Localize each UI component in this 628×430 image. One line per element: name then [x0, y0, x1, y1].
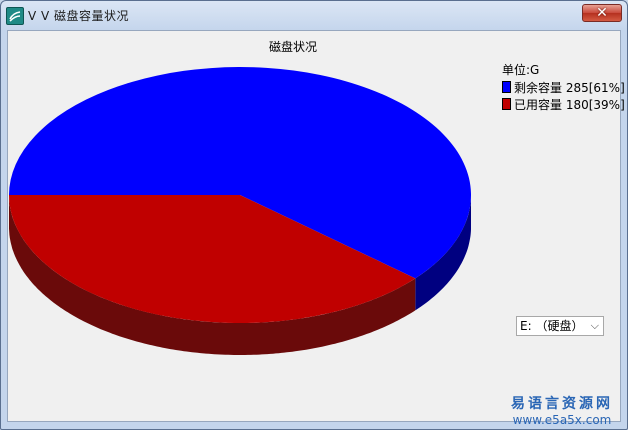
chart-title: 磁盘状况: [269, 39, 317, 54]
watermark-cn: 易语言资源网: [511, 396, 613, 412]
legend-label-free: 剩余容量 285[61%]: [514, 81, 625, 95]
close-button[interactable]: ✕: [582, 4, 622, 22]
legend-unit-label: 单位:G: [502, 63, 540, 77]
chevron-down-icon: ⌵: [590, 319, 599, 332]
pie-top-group: [8, 67, 471, 324]
drive-select[interactable]: E: （硬盘） ⌵: [516, 316, 604, 336]
watermark: 易语言资源网 www.e5a5x.com: [503, 393, 621, 427]
legend-item-used: 已用容量 180[39%]: [502, 96, 625, 113]
main-window: V V 磁盘容量状况 ✕ 磁盘状况 单位:G 剩余容量 285[61%] 已用容…: [0, 0, 628, 430]
client-area: 磁盘状况 单位:G 剩余容量 285[61%] 已用容量 180[39%] E:…: [7, 30, 625, 422]
close-icon: ✕: [596, 5, 608, 21]
title-bar[interactable]: V V 磁盘容量状况 ✕: [1, 1, 627, 30]
app-logo-icon: [6, 7, 24, 25]
legend-swatch-used: [502, 98, 511, 110]
watermark-en: www.e5a5x.com: [512, 413, 612, 427]
legend-label-used: 已用容量 180[39%]: [514, 98, 625, 112]
legend-item-free: 剩余容量 285[61%]: [502, 79, 625, 96]
legend-swatch-free: [502, 81, 511, 93]
drive-select-value: E: （硬盘）: [520, 319, 584, 333]
window-title: V V 磁盘容量状况: [28, 9, 130, 23]
